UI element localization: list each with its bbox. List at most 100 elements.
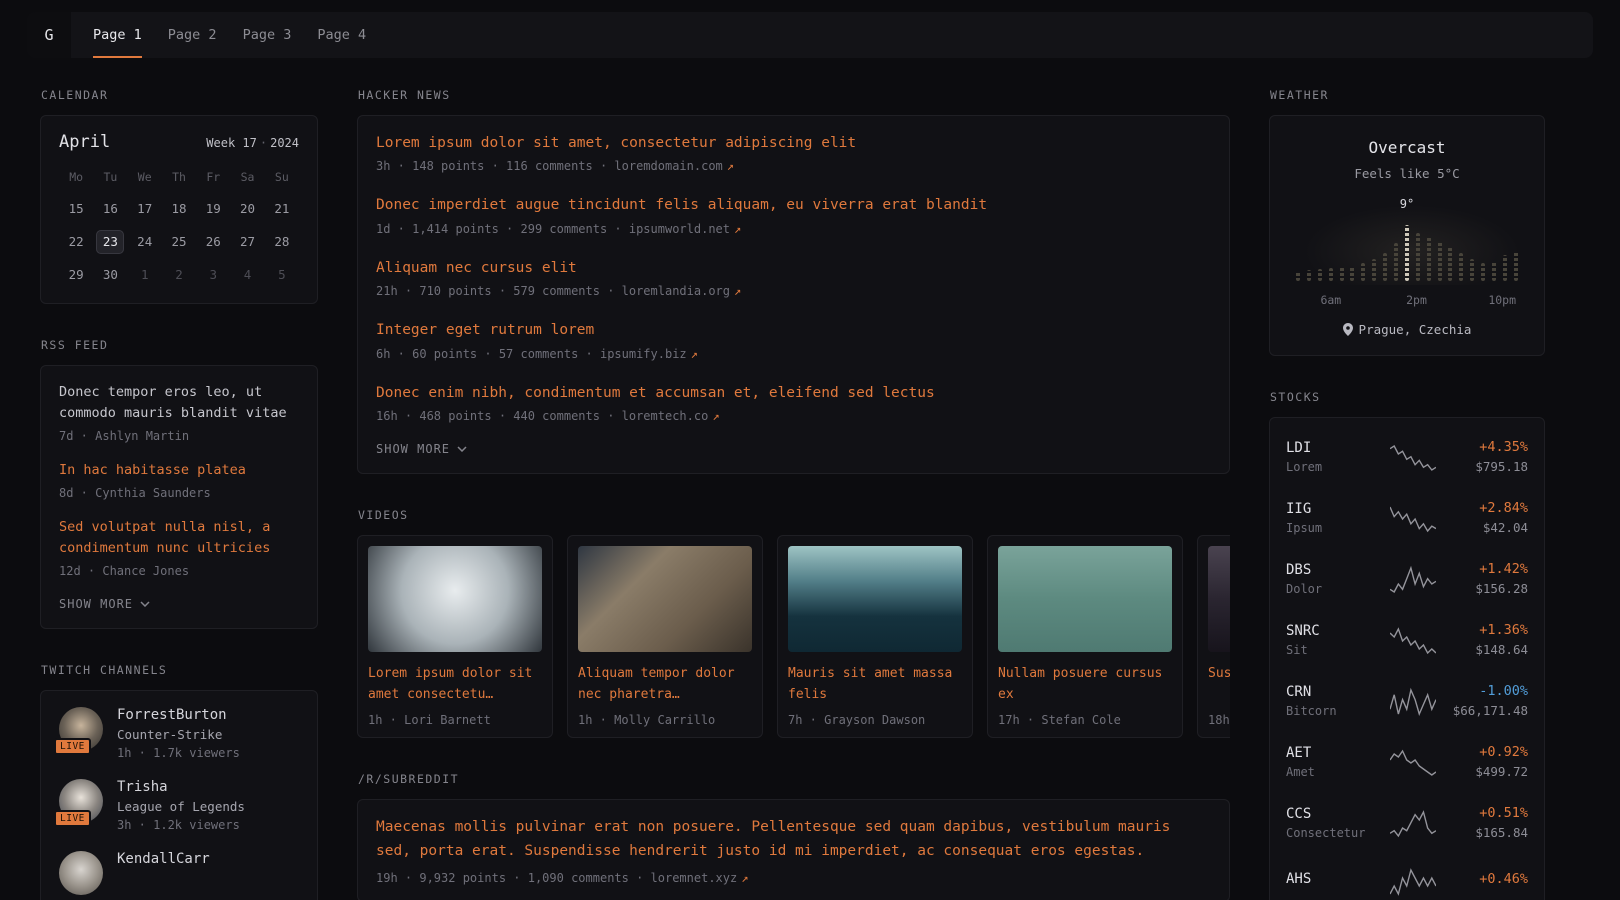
external-link-icon[interactable]: ↗ [691, 347, 698, 361]
topbar: G Page 1 Page 2 Page 3 Page 4 [27, 12, 1593, 58]
dashboard-columns: CALENDAR April Week 17·2024 Mo Tu We Th … [0, 58, 1620, 900]
hn-item-title[interactable]: Lorem ipsum dolor sit amet, consectetur … [376, 132, 1211, 154]
hn-item-title[interactable]: Donec imperdiet augue tincidunt felis al… [376, 194, 1211, 216]
stock-name: Sit [1286, 643, 1378, 657]
calendar-day: 19 [199, 197, 227, 221]
stock-sparkline [1390, 866, 1436, 896]
video-card[interactable]: Lorem ipsum dolor sit amet consectetu… 1… [357, 535, 553, 738]
stock-row: LDI Lorem +4.35% $795.18 [1286, 426, 1528, 487]
external-link-icon[interactable]: ↗ [712, 409, 719, 423]
channel-info: ForrestBurton Counter-Strike 1h · 1.7k v… [117, 707, 240, 760]
channel-name[interactable]: ForrestBurton [117, 707, 240, 723]
hn-item-title[interactable]: Integer eget rutrum lorem [376, 319, 1211, 341]
rss-item-title[interactable]: Donec tempor eros leo, ut commodo mauris… [59, 382, 299, 424]
stock-symbol: AHS [1286, 871, 1378, 887]
rss-widget: RSS FEED Donec tempor eros leo, ut commo… [40, 338, 318, 629]
stock-values: +0.51% $165.84 [1448, 805, 1528, 840]
subreddit-post: Maecenas mollis pulvinar erat non posuer… [376, 816, 1211, 884]
stock-symbol: CRN [1286, 684, 1378, 700]
channel-avatar [59, 851, 103, 895]
external-link-icon[interactable]: ↗ [734, 222, 741, 236]
twitch-channel[interactable]: LIVE ForrestBurton Counter-Strike 1h · 1… [59, 707, 299, 760]
videos-widget: VIDEOS Lorem ipsum dolor sit amet consec… [357, 508, 1230, 738]
hn-show-more-button[interactable]: SHOW MORE [376, 442, 467, 456]
calendar-day-header: Fr [196, 166, 230, 188]
calendar-day: 23 [96, 230, 124, 254]
rss-item-title[interactable]: In hac habitasse platea [59, 460, 299, 481]
rss-item-title[interactable]: Sed volutpat nulla nisl, a condimentum n… [59, 517, 299, 559]
weather-card: Overcast Feels like 5°C 9° 6am 2pm 10pm … [1269, 115, 1545, 356]
external-link-icon[interactable]: ↗ [734, 284, 741, 298]
video-card[interactable]: Suspendisse diam 18h · Tara [1197, 535, 1230, 738]
rss-item-meta: 12d · Chance Jones [59, 564, 299, 578]
hn-item-meta: 3h · 148 points · 116 comments · loremdo… [376, 159, 1211, 173]
video-card[interactable]: Mauris sit amet massa felis 7h · Grayson… [777, 535, 973, 738]
stock-price: $156.28 [1448, 581, 1528, 596]
stock-change: -1.00% [1448, 683, 1528, 699]
stock-change: +4.35% [1448, 439, 1528, 455]
calendar-month: April [59, 132, 110, 152]
calendar-day: 4 [234, 263, 262, 287]
stock-symbol: LDI [1286, 440, 1378, 456]
channel-name[interactable]: Trisha [117, 779, 245, 795]
hacker-news-widget: HACKER NEWS Lorem ipsum dolor sit amet, … [357, 88, 1230, 474]
channel-game: Counter-Strike [117, 727, 240, 742]
stock-row: AHS +0.46% [1286, 853, 1528, 900]
subreddit-widget-title: /R/SUBREDDIT [358, 772, 1230, 786]
video-meta: 17h · Stefan Cole [998, 713, 1172, 727]
hn-item: Donec imperdiet augue tincidunt felis al… [376, 194, 1211, 235]
stocks-widget-title: STOCKS [1270, 390, 1545, 404]
hn-item-meta-text: 3h · 148 points · 116 comments · loremdo… [376, 159, 723, 173]
stock-price: $499.72 [1448, 764, 1528, 779]
stock-symbol: CCS [1286, 806, 1378, 822]
subreddit-post-title[interactable]: Maecenas mollis pulvinar erat non posuer… [376, 816, 1211, 862]
stocks-widget: STOCKS LDI Lorem +4.35% $795.18 IIG [1269, 390, 1545, 900]
calendar-day-header: We [128, 166, 162, 188]
twitch-widget: TWITCH CHANNELS LIVE ForrestBurton Count… [40, 663, 318, 900]
weather-widget: WEATHER Overcast Feels like 5°C 9° 6am 2… [1269, 88, 1545, 356]
calendar-day: 26 [199, 230, 227, 254]
subreddit-post-meta: 19h · 9,932 points · 1,090 comments · lo… [376, 871, 1211, 885]
stock-sparkline [1390, 747, 1436, 777]
calendar-day: 30 [96, 263, 124, 287]
channel-meta: 1h · 1.7k viewers [117, 746, 240, 760]
hn-item-meta: 21h · 710 points · 579 comments · loreml… [376, 284, 1211, 298]
subreddit-post-meta-text: 19h · 9,932 points · 1,090 comments · lo… [376, 871, 737, 885]
external-link-icon[interactable]: ↗ [727, 159, 734, 173]
video-card[interactable]: Nullam posuere cursus ex 17h · Stefan Co… [987, 535, 1183, 738]
channel-name[interactable]: KendallCarr [117, 851, 210, 867]
video-title: Mauris sit amet massa felis [788, 664, 962, 706]
video-thumbnail [578, 546, 752, 652]
stock-sparkline [1390, 564, 1436, 594]
calendar-week-year: Week 17·2024 [206, 136, 299, 150]
hn-item-title[interactable]: Aliquam nec cursus elit [376, 257, 1211, 279]
stock-values: -1.00% $66,171.48 [1448, 683, 1528, 718]
calendar-day: 27 [234, 230, 262, 254]
external-link-icon[interactable]: ↗ [741, 871, 748, 885]
rss-show-more-button[interactable]: SHOW MORE [59, 597, 150, 611]
tab-page-1[interactable]: Page 1 [93, 12, 142, 58]
channel-avatar-wrap: LIVE [59, 779, 103, 823]
show-more-label: SHOW MORE [376, 442, 450, 456]
video-title: Lorem ipsum dolor sit amet consectetu… [368, 664, 542, 706]
weather-time-label: 6am [1320, 293, 1341, 307]
tab-page-3[interactable]: Page 3 [243, 12, 292, 58]
stock-price: $795.18 [1448, 459, 1528, 474]
hn-item: Lorem ipsum dolor sit amet, consectetur … [376, 132, 1211, 173]
video-meta: 1h · Molly Carrillo [578, 713, 752, 727]
twitch-card: LIVE ForrestBurton Counter-Strike 1h · 1… [40, 690, 318, 900]
hn-item-title[interactable]: Donec enim nibh, condimentum et accumsan… [376, 382, 1211, 404]
twitch-channel[interactable]: KendallCarr [59, 851, 299, 895]
app-logo[interactable]: G [27, 12, 71, 58]
twitch-channel[interactable]: LIVE Trisha League of Legends 3h · 1.2k … [59, 779, 299, 832]
tab-page-2[interactable]: Page 2 [168, 12, 217, 58]
weather-condition: Overcast [1288, 138, 1526, 157]
rss-item-meta: 7d · Ashlyn Martin [59, 429, 299, 443]
tab-page-4[interactable]: Page 4 [317, 12, 366, 58]
stock-values: +0.46% [1448, 871, 1528, 891]
video-card[interactable]: Aliquam tempor dolor nec pharetra… 1h · … [567, 535, 763, 738]
hn-item: Donec enim nibh, condimentum et accumsan… [376, 382, 1211, 423]
weather-time-label: 2pm [1406, 293, 1427, 307]
stock-sparkline [1390, 625, 1436, 655]
hn-item-meta-text: 1d · 1,414 points · 299 comments · ipsum… [376, 222, 730, 236]
